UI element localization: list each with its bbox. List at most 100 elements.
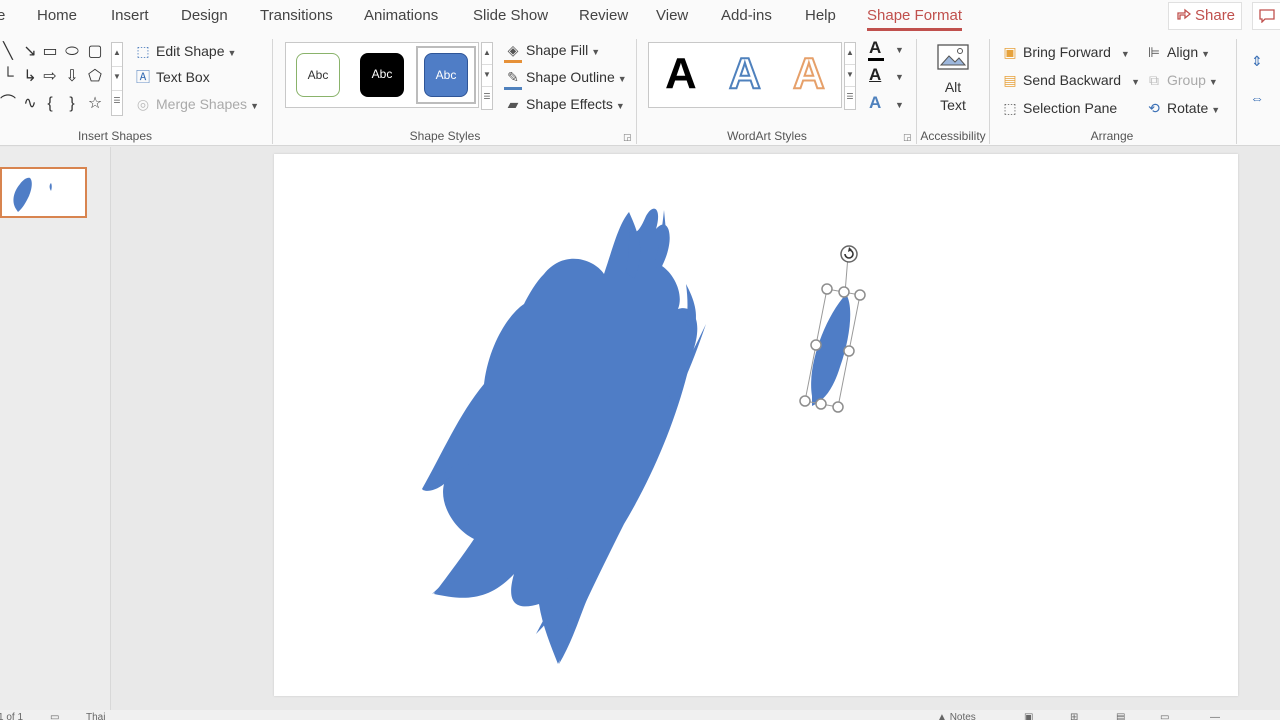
language-indicator[interactable]: Thai <box>86 712 105 720</box>
shape-style-outline-swatch[interactable]: Abc <box>296 53 340 97</box>
curve-shape-icon[interactable]: ⌒ <box>0 94 18 114</box>
right-brace-shape-icon[interactable]: } <box>62 94 82 114</box>
share-label: Share <box>1195 7 1236 24</box>
edit-shape-button[interactable]: ⬚ Edit Shape ▼ <box>134 41 236 61</box>
wordart-gallery[interactable]: A A A <box>648 42 842 108</box>
ribbon-tab-bar: e Home Insert Design Transitions Animati… <box>0 0 1280 33</box>
rotate-label: Rotate <box>1167 100 1209 116</box>
rotate-icon: ⟲ <box>1148 100 1160 116</box>
tab-add-ins[interactable]: Add-ins <box>721 0 772 32</box>
connector-shape-icon[interactable]: └ <box>0 67 18 87</box>
notes-label: Notes <box>949 712 976 720</box>
reading-view-icon[interactable]: ▤ <box>1116 712 1125 720</box>
tab-file[interactable]: e <box>0 0 5 32</box>
elbow-arrow-shape-icon[interactable]: ↳ <box>20 67 40 87</box>
right-arrow-shape-icon[interactable]: ⇨ <box>40 67 60 87</box>
normal-view-icon[interactable]: ▣ <box>1024 712 1033 720</box>
merge-shapes-icon: ◎ <box>136 96 150 112</box>
slide-counter: 1 of 1 <box>0 712 24 720</box>
tab-home[interactable]: Home <box>37 0 77 32</box>
bring-forward-button[interactable]: ▣ Bring Forward ▼ <box>1001 42 1129 62</box>
rectangle-shape-icon[interactable]: ▭ <box>40 42 60 62</box>
zoom-slider[interactable]: — <box>1210 712 1220 720</box>
text-fill-button[interactable]: A <box>869 38 881 58</box>
group-divider <box>636 39 637 144</box>
accessibility-check-icon[interactable]: ▭ <box>50 712 59 720</box>
selection-pane-label: Selection Pane <box>1023 100 1118 116</box>
tab-help[interactable]: Help <box>805 0 836 32</box>
arrange-group-label: Arrange <box>1090 129 1134 143</box>
tab-review[interactable]: Review <box>579 0 628 32</box>
height-size-icon[interactable]: ⇕ <box>1248 51 1270 71</box>
rotate-handle-icon[interactable] <box>840 245 858 263</box>
chevron-down-icon[interactable]: ▼ <box>895 72 904 82</box>
shape-styles-gallery[interactable]: Abc Abc Abc <box>285 42 479 108</box>
edit-shape-label: Edit Shape <box>156 43 225 59</box>
shape-fill-button[interactable]: ◈ Shape Fill ▼ <box>504 40 600 63</box>
paint-bucket-icon: ◈ <box>504 40 522 63</box>
shape-styles-gallery-scroll[interactable]: ▲ ▼ ☰ <box>481 42 493 110</box>
send-backward-button[interactable]: ▤ Send Backward ▼ <box>1001 70 1140 90</box>
share-button[interactable]: Share <box>1168 2 1242 30</box>
shape-styles-group-label: Shape Styles <box>409 129 481 143</box>
selection-pane-button[interactable]: ⬚ Selection Pane <box>1001 98 1117 118</box>
tab-design[interactable]: Design <box>181 0 228 32</box>
shape-fill-label: Shape Fill <box>526 42 589 58</box>
tab-view[interactable]: View <box>656 0 688 32</box>
oval-shape-icon[interactable]: ⬭ <box>62 42 82 62</box>
slide-show-icon[interactable]: ▭ <box>1160 712 1169 720</box>
freeform-shape-icon[interactable]: ∿ <box>20 94 40 114</box>
shape-style-black-swatch[interactable]: Abc <box>360 53 404 97</box>
bring-forward-label: Bring Forward <box>1023 44 1111 60</box>
group-button[interactable]: ⧉ Group ▼ <box>1145 70 1218 90</box>
alt-text-button[interactable]: Alt Text <box>926 43 980 119</box>
chevron-down-icon[interactable]: ▼ <box>895 100 904 110</box>
shapes-gallery[interactable]: ╲ ↘ ▭ ⬭ ▢ └ ↳ ⇨ ⇩ ⬠ ⌒ ∿ { } ☆ <box>0 42 110 114</box>
snip-rect-shape-icon[interactable]: ⬠ <box>85 67 105 87</box>
tab-animations[interactable]: Animations <box>364 0 438 32</box>
left-brace-shape-icon[interactable]: { <box>40 94 60 114</box>
wordart-style-blue-outline[interactable]: A <box>728 48 762 99</box>
wordart-dialog-launcher-icon[interactable]: ◲ <box>903 132 912 143</box>
wordart-style-orange-outline[interactable]: A <box>792 48 826 99</box>
notes-button[interactable]: ▲ Notes <box>937 712 976 720</box>
shape-styles-dialog-launcher-icon[interactable]: ◲ <box>623 132 632 143</box>
line-shape-icon[interactable]: ╲ <box>0 42 18 62</box>
rotate-button[interactable]: ⟲ Rotate ▼ <box>1145 98 1220 118</box>
text-effects-button[interactable]: A <box>869 93 881 113</box>
chevron-down-icon: ▼ <box>250 101 259 111</box>
shape-effects-icon: ▰ <box>507 96 519 112</box>
align-button[interactable]: ⊫ Align ▼ <box>1145 42 1210 62</box>
shapes-gallery-scroll[interactable]: ▲ ▼ ☰ <box>111 42 123 116</box>
slide-thumbnail-preview <box>13 177 52 212</box>
text-box-button[interactable]: 🄰 Text Box <box>134 67 210 87</box>
down-arrow-shape-icon[interactable]: ⇩ <box>62 67 82 87</box>
wordart-gallery-scroll[interactable]: ▲ ▼ ☰ <box>844 42 856 110</box>
shape-outline-button[interactable]: ✎ Shape Outline ▼ <box>504 67 627 90</box>
slide-thumbnail-1[interactable] <box>0 167 87 218</box>
rounded-rect-shape-icon[interactable]: ▢ <box>85 42 105 62</box>
text-outline-button[interactable]: A <box>869 65 881 85</box>
merge-shapes-button[interactable]: ◎ Merge Shapes ▼ <box>134 94 259 114</box>
wordart-style-black[interactable]: A <box>665 49 697 99</box>
brush-stroke-large[interactable] <box>422 208 706 664</box>
tab-shape-format[interactable]: Shape Format <box>867 0 963 32</box>
tab-slide-show[interactable]: Slide Show <box>473 0 548 32</box>
text-fill-color-bar <box>868 58 884 61</box>
arrow-line-shape-icon[interactable]: ↘ <box>20 42 40 62</box>
brush-stroke-small-selected[interactable] <box>804 255 861 408</box>
bring-forward-icon: ▣ <box>1003 44 1017 60</box>
shape-style-blue-swatch[interactable]: Abc <box>424 53 468 97</box>
tab-transitions[interactable]: Transitions <box>260 0 333 32</box>
group-divider <box>916 39 917 144</box>
slide-thumbnail-pane <box>0 147 111 710</box>
slide-canvas[interactable] <box>274 154 1238 696</box>
star-shape-icon[interactable]: ☆ <box>85 94 105 114</box>
width-size-icon[interactable]: ⇔ <box>1248 88 1270 108</box>
tab-insert[interactable]: Insert <box>111 0 149 32</box>
comments-button[interactable] <box>1252 2 1280 30</box>
slide-sorter-icon[interactable]: ⊞ <box>1070 712 1078 720</box>
shape-effects-button[interactable]: ▰ Shape Effects ▼ <box>504 94 625 114</box>
chevron-down-icon[interactable]: ▼ <box>895 45 904 55</box>
group-icon: ⧉ <box>1149 72 1159 88</box>
